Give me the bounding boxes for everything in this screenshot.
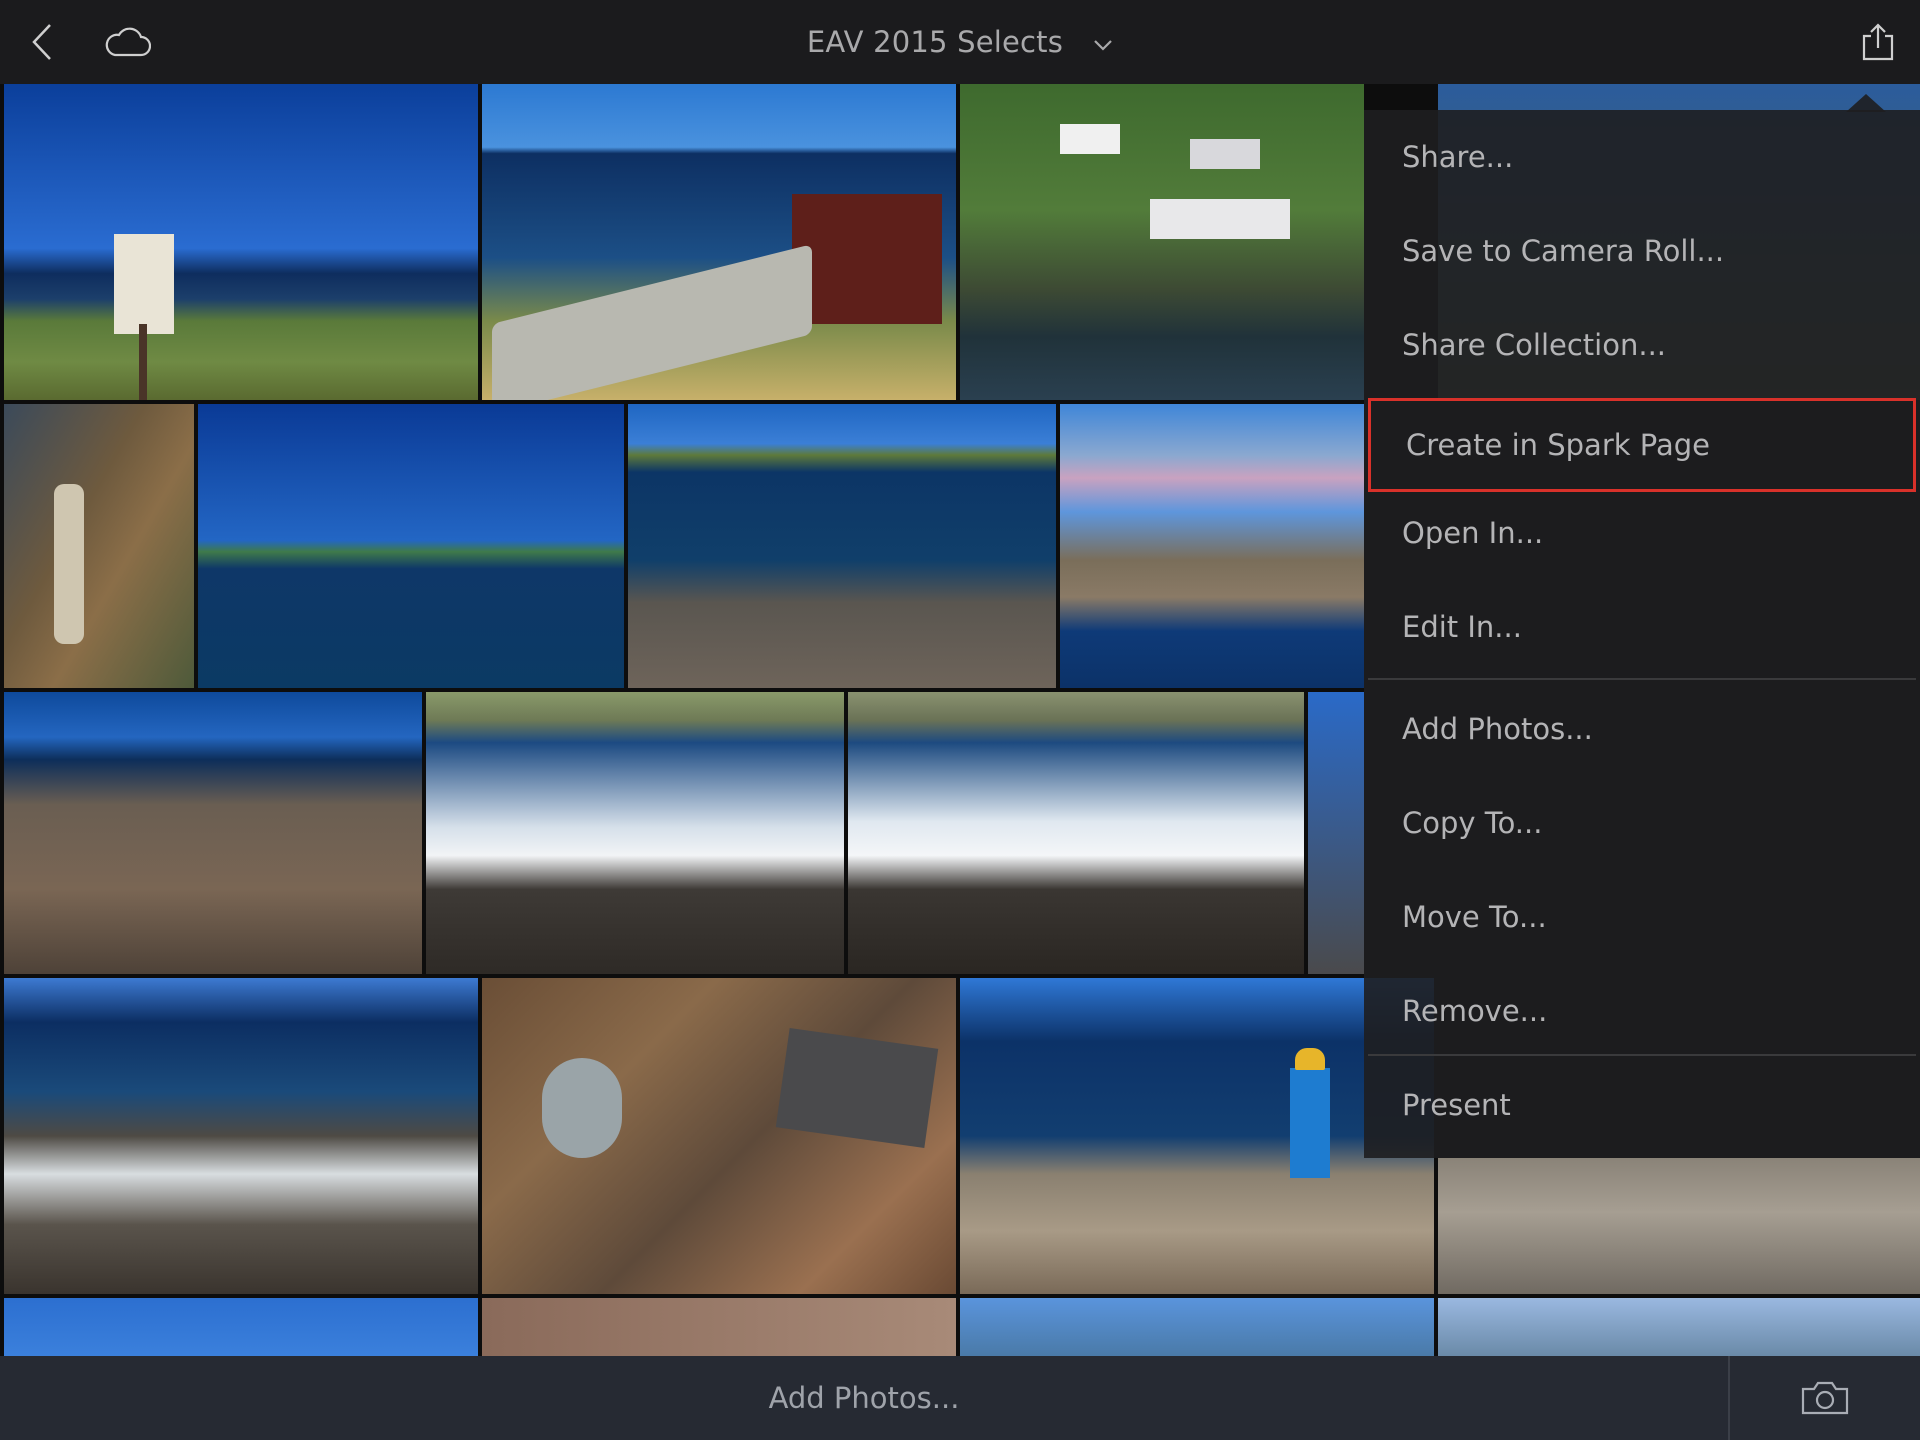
photo-tile[interactable]	[4, 1298, 478, 1356]
menu-item-save-camera-roll[interactable]: Save to Camera Roll...	[1364, 204, 1920, 298]
menu-item-copy-to[interactable]: Copy To...	[1364, 776, 1920, 870]
camera-button[interactable]	[1730, 1356, 1920, 1440]
photo-tile[interactable]	[960, 978, 1434, 1294]
photo-tile[interactable]	[628, 404, 1056, 688]
menu-item-share[interactable]: Share...	[1364, 110, 1920, 204]
photo-tile[interactable]	[960, 84, 1364, 400]
photo-tile[interactable]	[1438, 1298, 1920, 1356]
top-bar: EAV 2015 Selects	[0, 0, 1920, 84]
photo-tile[interactable]	[482, 978, 956, 1294]
share-context-menu: Share... Save to Camera Roll... Share Co…	[1364, 110, 1920, 1158]
photo-tile[interactable]	[4, 404, 194, 688]
back-chevron-icon	[32, 24, 51, 60]
collection-title[interactable]: EAV 2015 Selects	[807, 25, 1063, 59]
photo-tile[interactable]	[4, 978, 478, 1294]
menu-item-add-photos[interactable]: Add Photos...	[1364, 682, 1920, 776]
photo-tile[interactable]	[4, 692, 422, 974]
share-button[interactable]	[1854, 0, 1902, 84]
menu-item-open-in[interactable]: Open In...	[1364, 486, 1920, 580]
menu-divider	[1368, 1054, 1916, 1056]
add-photos-button[interactable]: Add Photos...	[0, 1356, 1728, 1440]
camera-icon	[1801, 1381, 1849, 1415]
menu-item-share-collection[interactable]: Share Collection...	[1364, 298, 1920, 392]
cloud-sync-button[interactable]	[98, 0, 156, 84]
share-export-icon	[1862, 23, 1894, 61]
menu-item-remove[interactable]: Remove...	[1364, 964, 1920, 1058]
menu-item-edit-in[interactable]: Edit In...	[1364, 580, 1920, 674]
photo-tile[interactable]	[198, 404, 624, 688]
menu-item-create-spark-page[interactable]: Create in Spark Page	[1368, 398, 1916, 492]
photo-tile[interactable]	[848, 692, 1304, 974]
cloud-sync-icon	[105, 27, 151, 57]
photo-tile[interactable]	[960, 1298, 1434, 1356]
photo-tile[interactable]	[426, 692, 844, 974]
photo-tile[interactable]	[482, 1298, 956, 1356]
bottom-bar: Add Photos...	[0, 1356, 1920, 1440]
photo-tile[interactable]	[4, 84, 478, 400]
menu-item-present[interactable]: Present	[1364, 1058, 1920, 1152]
chevron-down-icon[interactable]	[1093, 39, 1113, 51]
photo-tile[interactable]	[1438, 1158, 1920, 1294]
menu-item-move-to[interactable]: Move To...	[1364, 870, 1920, 964]
photo-tile[interactable]	[1308, 692, 1364, 974]
add-photos-label: Add Photos...	[768, 1381, 960, 1415]
photo-tile[interactable]	[1060, 404, 1364, 688]
back-button[interactable]	[18, 0, 66, 84]
photo-tile[interactable]	[482, 84, 956, 400]
menu-divider	[1368, 678, 1916, 680]
